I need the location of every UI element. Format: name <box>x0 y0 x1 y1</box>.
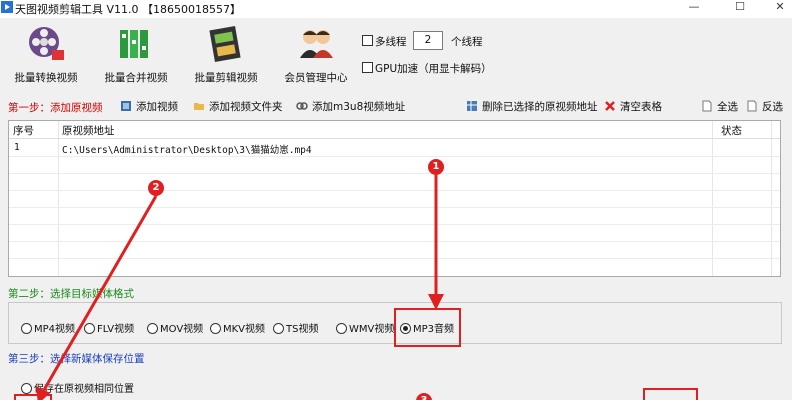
delete-selected-label: 删除已选择的原视频地址 <box>482 101 598 113</box>
browse-highlight-box <box>643 388 698 400</box>
add-video-label: 添加视频 <box>136 101 178 113</box>
format-label: TS视频 <box>286 324 319 335</box>
radio-dot <box>21 383 32 394</box>
document-icon <box>702 100 712 112</box>
format-mov-radio[interactable]: MOV视频 <box>147 320 203 335</box>
users-icon <box>300 30 333 58</box>
format-label: MP4视频 <box>34 324 76 335</box>
convert-video-button[interactable]: 批量转换视频 <box>4 20 88 86</box>
add-video-button[interactable]: 添加视频 <box>120 99 178 115</box>
merge-grid-icon <box>120 30 148 58</box>
format-label: WMV视频 <box>349 324 395 335</box>
title-bar: 天图视频剪辑工具 V11.0 【18650018557】 — ☐ ✕ <box>0 0 792 18</box>
format-wmv-radio[interactable]: WMV视频 <box>336 320 394 335</box>
format-label: MOV视频 <box>160 324 204 335</box>
edit-video-button[interactable]: 批量剪辑视频 <box>184 20 268 86</box>
film-icon <box>121 101 131 111</box>
format-label: MKV视频 <box>223 324 266 335</box>
close-button[interactable]: ✕ <box>762 0 792 16</box>
clear-table-button[interactable]: 清空表格 <box>604 99 662 115</box>
radio-dot <box>336 323 347 334</box>
mp3-highlight-box <box>394 308 461 347</box>
document-icon <box>747 100 757 112</box>
minimize-button[interactable]: — <box>676 0 712 16</box>
table-delete-icon <box>467 101 477 111</box>
add-folder-label: 添加视频文件夹 <box>209 101 283 113</box>
gpu-checkbox[interactable] <box>362 62 373 73</box>
add-m3u8-label: 添加m3u8视频地址 <box>312 101 406 113</box>
radio-dot <box>84 323 95 334</box>
video-table[interactable]: 序号 原视频地址 状态 1 C:\Users\Administrator\Des… <box>8 120 781 277</box>
format-mkv-radio[interactable]: MKV视频 <box>210 320 265 335</box>
add-folder-button[interactable]: 添加视频文件夹 <box>193 99 283 115</box>
radio-dot <box>147 323 158 334</box>
thread-unit-label: 个线程 <box>451 36 483 48</box>
app-logo-icon <box>1 1 13 13</box>
toolbar-label: 会员管理中心 <box>284 72 348 84</box>
step2-label: 第二步：选择目标媒体格式 <box>8 288 134 300</box>
gpu-label: GPU加速（用显卡解码） <box>375 63 492 75</box>
delete-selected-button[interactable]: 删除已选择的原视频地址 <box>466 99 598 115</box>
row-path: C:\Users\Administrator\Desktop\3\猫猫幼崽.mp… <box>62 145 312 156</box>
toolbar-label: 批量转换视频 <box>14 72 78 84</box>
annotation-badge: 1 <box>428 159 444 175</box>
radio-dot <box>21 323 32 334</box>
link-icon <box>296 102 308 110</box>
format-flv-radio[interactable]: FLV视频 <box>84 320 134 335</box>
red-x-icon <box>605 101 615 111</box>
save-same-location-radio[interactable]: 保存在原视频相同位置 <box>21 380 134 395</box>
header-index: 序号 <box>13 125 34 137</box>
radio-dot <box>210 323 221 334</box>
header-status: 状态 <box>721 125 742 137</box>
format-label: FLV视频 <box>97 324 135 335</box>
format-mp4-radio[interactable]: MP4视频 <box>21 320 75 335</box>
thread-count-input[interactable]: 2 <box>413 31 443 50</box>
annotation-badge: 3 <box>416 393 432 400</box>
format-ts-radio[interactable]: TS视频 <box>273 320 318 335</box>
film-strip-icon <box>209 25 241 63</box>
invert-selection-button[interactable]: 反选 <box>746 99 783 115</box>
multithread-label: 多线程 <box>375 36 407 48</box>
table-header: 序号 原视频地址 状态 <box>9 121 780 139</box>
select-all-label: 全选 <box>717 101 738 113</box>
step3-label: 第三步：选择新媒体保存位置 <box>8 353 145 365</box>
clear-table-label: 清空表格 <box>620 101 662 113</box>
film-reel-icon <box>29 27 64 60</box>
step1-label: 第一步：添加原视频 <box>8 102 103 114</box>
window-title: 天图视频剪辑工具 V11.0 【18650018557】 <box>15 3 241 16</box>
member-center-button[interactable]: 会员管理中心 <box>274 20 358 86</box>
select-all-button[interactable]: 全选 <box>701 99 738 115</box>
merge-video-button[interactable]: 批量合并视频 <box>94 20 178 86</box>
toolbar-label: 批量合并视频 <box>104 72 168 84</box>
annotation-badge: 2 <box>148 180 164 196</box>
add-m3u8-button[interactable]: 添加m3u8视频地址 <box>296 99 405 115</box>
maximize-button[interactable]: ☐ <box>722 0 758 16</box>
folder-icon <box>194 103 204 110</box>
save-highlight-box <box>14 394 52 400</box>
multithread-checkbox[interactable] <box>362 35 373 46</box>
header-path: 原视频地址 <box>62 125 115 137</box>
radio-dot <box>273 323 284 334</box>
toolbar-label: 批量剪辑视频 <box>194 72 258 84</box>
invert-selection-label: 反选 <box>762 101 783 113</box>
row-index: 1 <box>14 142 20 153</box>
